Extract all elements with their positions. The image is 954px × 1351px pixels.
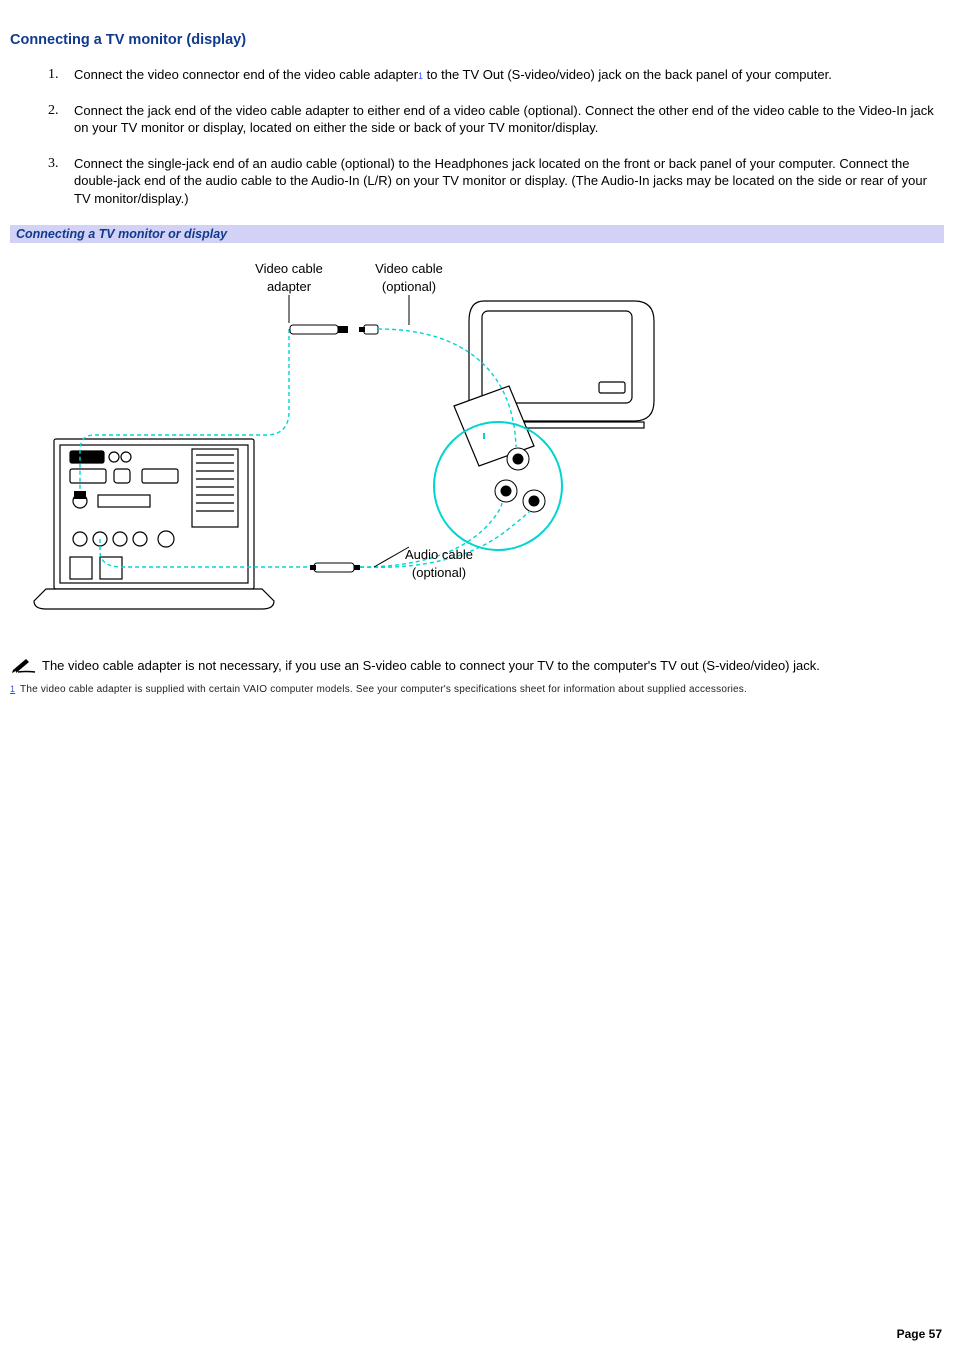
label-audio-cable: (optional) <box>412 565 466 580</box>
tv-monitor-icon <box>454 301 654 466</box>
note-text: The video cable adapter is not necessary… <box>42 657 820 675</box>
connection-diagram: Video cable adapter Video cable (optiona… <box>14 251 694 621</box>
figure-caption: Connecting a TV monitor or display <box>10 225 944 243</box>
step-text: Connect the video connector end of the v… <box>74 67 418 82</box>
label-video-cable-optional: (optional) <box>382 279 436 294</box>
page-number: Page 57 <box>897 1327 942 1341</box>
step-item: Connect the jack end of the video cable … <box>52 102 944 137</box>
step-text: Connect the single-jack end of an audio … <box>74 156 927 206</box>
step-item: Connect the single-jack end of an audio … <box>52 155 944 208</box>
section-heading: Connecting a TV monitor (display) <box>10 32 944 48</box>
steps-list: Connect the video connector end of the v… <box>10 66 944 207</box>
footnote-text: The video cable adapter is supplied with… <box>17 684 747 695</box>
footnote-number[interactable]: 1 <box>10 684 15 694</box>
page-container: Connecting a TV monitor (display) Connec… <box>0 0 954 1351</box>
step-item: Connect the video connector end of the v… <box>52 66 944 84</box>
label-video-cable-optional: Video cable <box>375 261 443 276</box>
footnote: 1 The video cable adapter is supplied wi… <box>10 683 944 698</box>
computer-stand-icon <box>34 589 274 609</box>
step-text: to the TV Out (S-video/video) jack on th… <box>423 67 832 82</box>
label-video-cable-adapter: Video cable <box>255 261 323 276</box>
computer-back-panel-icon <box>54 439 254 589</box>
label-video-cable-adapter: adapter <box>267 279 312 294</box>
step-text: Connect the jack end of the video cable … <box>74 103 934 136</box>
note-block: The video cable adapter is not necessary… <box>10 657 944 675</box>
note-pencil-icon <box>10 655 38 675</box>
label-audio-cable: Audio cable <box>405 547 473 562</box>
